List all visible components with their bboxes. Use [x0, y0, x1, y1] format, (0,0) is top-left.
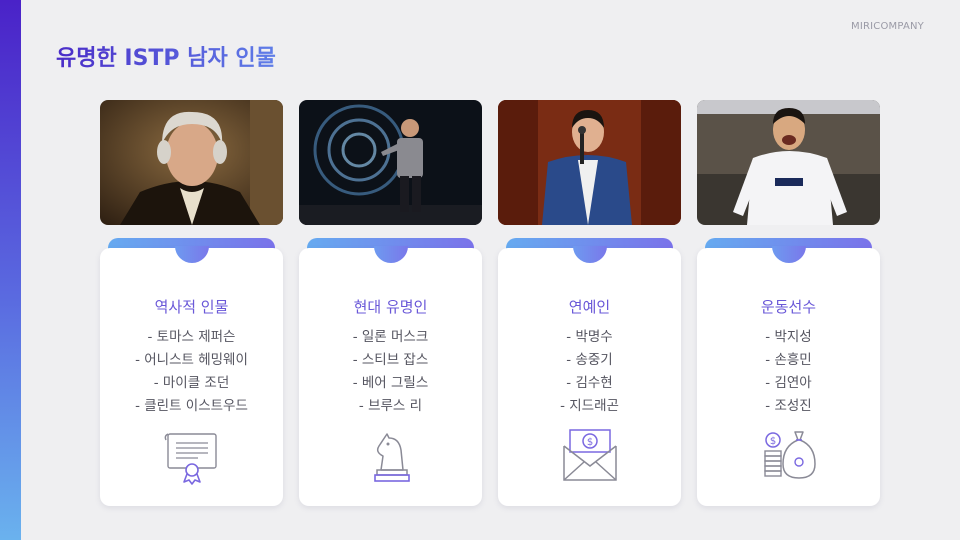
photo-speaker-with-microphone — [498, 100, 681, 225]
card-item-list: - 토마스 제퍼슨 - 어니스트 헤밍웨이 - 마이클 조던 - 클린트 이스트… — [100, 326, 283, 418]
svg-text:$: $ — [769, 436, 775, 447]
list-item: - 박명수 — [566, 329, 613, 345]
card-notch — [174, 246, 209, 263]
card-athletes: 운동선수 - 박지성 - 손흥민 - 김연아 - 조성진 $ — [697, 238, 880, 506]
card-title: 연예인 — [568, 298, 611, 316]
card-item-list: - 박지성 - 손흥민 - 김연아 - 조성진 — [697, 326, 880, 418]
company-name: MIRICOMPANY — [851, 21, 924, 32]
list-item: - 마이클 조던 — [153, 375, 230, 391]
list-item: - 송중기 — [566, 352, 613, 368]
list-item: - 스티브 잡스 — [352, 352, 429, 368]
card-entertainers: 연예인 - 박명수 - 송중기 - 김수현 - 지드래곤 $ — [498, 238, 681, 506]
money-envelope-icon: $ — [560, 426, 620, 486]
photo-presenter-on-stage — [299, 100, 482, 225]
left-accent-bar — [0, 0, 21, 540]
card-historical-figures: 역사적 인물 - 토마스 제퍼슨 - 어니스트 헤밍웨이 - 마이클 조던 - … — [100, 238, 283, 506]
photo-historical-figure — [100, 100, 283, 225]
card-item-list: - 박명수 - 송중기 - 김수현 - 지드래곤 — [498, 326, 681, 418]
list-item: - 조성진 — [765, 398, 812, 414]
card-title: 운동선수 — [760, 298, 817, 316]
list-item: - 김연아 — [765, 375, 812, 391]
list-item: - 지드래곤 — [560, 398, 619, 414]
list-item: - 토마스 제퍼슨 — [147, 329, 236, 345]
card-notch — [771, 246, 806, 263]
money-bag-coins-icon: $ — [759, 426, 819, 486]
list-item: - 손흥민 — [765, 352, 812, 368]
list-item: - 클린트 이스트우드 — [135, 398, 248, 414]
card-notch — [572, 246, 607, 263]
card-modern-celebrities: 현대 유명인 - 일론 머스크 - 스티브 잡스 - 베어 그릴스 - 브루스 … — [299, 238, 482, 506]
card-item-list: - 일론 머스크 - 스티브 잡스 - 베어 그릴스 - 브루스 리 — [299, 326, 482, 418]
photo-soccer-player-celebrating — [697, 100, 880, 225]
list-item: - 브루스 리 — [358, 398, 423, 414]
list-item: - 김수현 — [566, 375, 613, 391]
list-item: - 어니스트 헤밍웨이 — [135, 352, 248, 368]
list-item: - 일론 머스크 — [352, 329, 429, 345]
list-item: - 박지성 — [765, 329, 812, 345]
page-title: 유명한 ISTP 남자 인물 — [56, 40, 276, 72]
list-item: - 베어 그릴스 — [352, 375, 429, 391]
chess-knight-icon — [361, 426, 421, 486]
svg-text:$: $ — [586, 437, 592, 448]
card-title: 현대 유명인 — [353, 298, 428, 316]
certificate-icon — [162, 426, 222, 486]
card-title: 역사적 인물 — [154, 298, 229, 316]
card-notch — [373, 246, 408, 263]
